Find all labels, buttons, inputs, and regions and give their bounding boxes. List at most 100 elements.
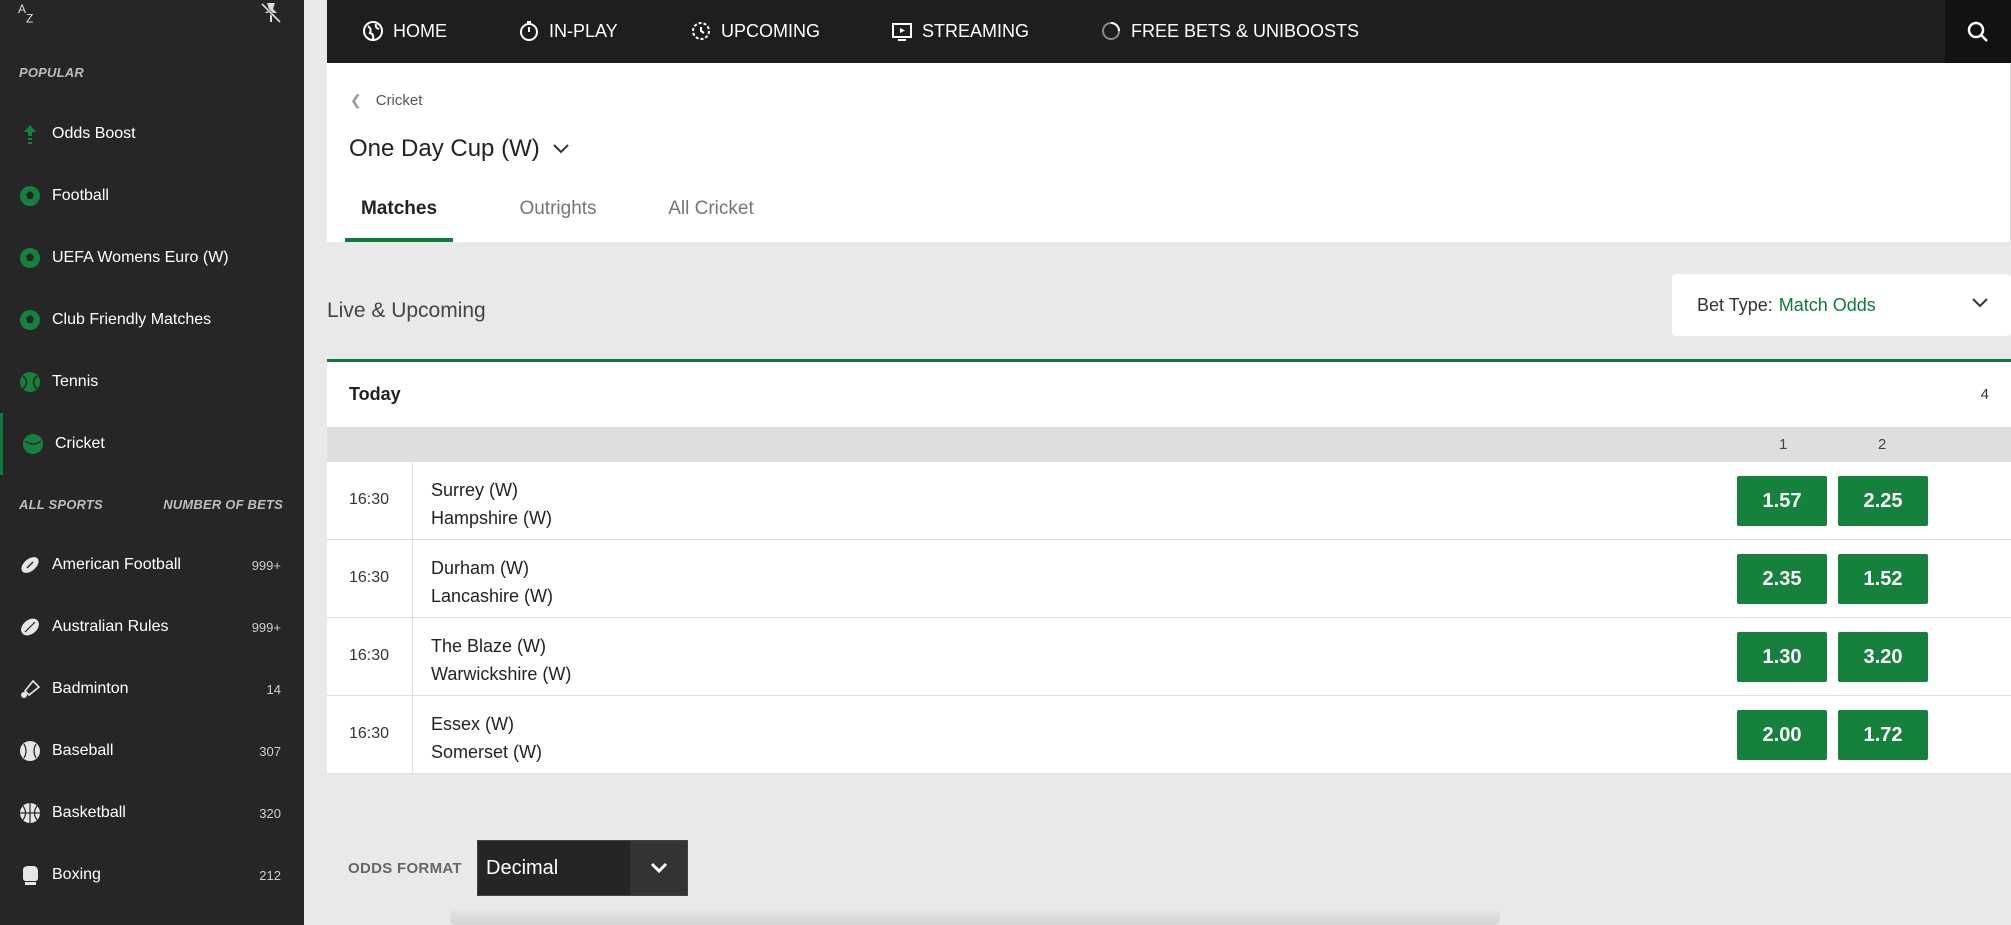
- sidebar-item-cricket[interactable]: Cricket: [0, 413, 304, 475]
- sidebar-item-football[interactable]: Football: [0, 165, 304, 227]
- live-upcoming-title: Live & Upcoming: [327, 299, 486, 322]
- sidebar-item-label: Football: [52, 187, 109, 204]
- sidebar-item-label: Baseball: [52, 742, 114, 759]
- football-icon: [20, 310, 40, 330]
- nav-inplay-label: IN-PLAY: [549, 20, 618, 41]
- sidebar-item-badminton[interactable]: Badminton 14: [0, 658, 304, 720]
- event-row[interactable]: 16:30 The Blaze (W) Warwickshire (W) 1.3…: [327, 618, 2011, 696]
- odds-format-select[interactable]: Decimal: [477, 840, 688, 896]
- bet-count: 999+: [251, 558, 281, 573]
- odds-format-label: ODDS FORMAT: [348, 860, 462, 877]
- sidebar-item-uefa-womens-euro[interactable]: UEFA Womens Euro (W): [0, 227, 304, 289]
- event-row[interactable]: 16:30 Surrey (W) Hampshire (W) 1.57 2.25: [327, 462, 2011, 540]
- event-row[interactable]: 16:30 Durham (W) Lancashire (W) 2.35 1.5…: [327, 540, 2011, 618]
- sidebar-item-label: Cricket: [55, 435, 105, 452]
- away-team: Lancashire (W): [431, 586, 554, 606]
- sidebar-item-label: Club Friendly Matches: [52, 311, 212, 328]
- sidebar-item-club-friendly-matches[interactable]: Club Friendly Matches: [0, 289, 304, 351]
- home-team: Surrey (W): [431, 480, 518, 500]
- sidebar-item-label: American Football: [52, 556, 181, 573]
- baseball-icon: [20, 741, 40, 761]
- american-football-icon: [21, 557, 39, 573]
- chevron-down-icon[interactable]: [552, 143, 570, 155]
- nav-streaming-label: STREAMING: [922, 20, 1030, 41]
- home-team: Essex (W): [431, 714, 514, 734]
- chevron-down-icon: [1972, 298, 1988, 308]
- event-teams[interactable]: The Blaze (W) Warwickshire (W): [431, 632, 571, 688]
- sidebar-item-odds-boost[interactable]: Odds Boost: [0, 103, 304, 165]
- sidebar-item-boxing[interactable]: Boxing 212: [0, 844, 304, 906]
- sidebar-item-label: Australian Rules: [52, 618, 169, 635]
- bet-count: 212: [259, 868, 281, 883]
- upcoming-clock-icon: [692, 22, 710, 40]
- event-time: 16:30: [349, 647, 390, 664]
- divider: [412, 462, 413, 540]
- bet-type-label: Bet Type:: [1697, 294, 1773, 315]
- event-teams[interactable]: Durham (W) Lancashire (W): [431, 554, 553, 610]
- group-count: 4: [1980, 386, 1989, 403]
- odds-button-2[interactable]: 1.72: [1838, 710, 1928, 760]
- footer-panel-edge: [450, 910, 1500, 925]
- divider: [412, 540, 413, 618]
- sidebar-item-label: Badminton: [52, 680, 129, 697]
- page-title[interactable]: One Day Cup (W): [349, 135, 570, 163]
- sidebar-item-tennis[interactable]: Tennis: [0, 351, 304, 413]
- odds-button-2[interactable]: 2.25: [1838, 476, 1928, 526]
- sidebar-item-basketball[interactable]: Basketball 320: [0, 782, 304, 844]
- search-button[interactable]: [1945, 0, 2011, 63]
- nav-inplay[interactable]: IN-PLAY: [518, 17, 618, 45]
- event-time: 16:30: [349, 491, 390, 508]
- nav-upcoming[interactable]: UPCOMING: [690, 17, 820, 45]
- tab-all-cricket[interactable]: All Cricket: [649, 198, 773, 242]
- column-2-label: 2: [1878, 436, 1887, 453]
- odds-button-1[interactable]: 2.00: [1737, 710, 1827, 760]
- bet-count: 320: [259, 806, 281, 821]
- odds-button-2[interactable]: 1.52: [1838, 554, 1928, 604]
- away-team: Warwickshire (W): [431, 664, 572, 684]
- nav-streaming[interactable]: STREAMING: [891, 17, 1029, 45]
- sidebar-item-american-football[interactable]: American Football 999+: [0, 534, 304, 596]
- sidebar-item-australian-rules[interactable]: Australian Rules 999+: [0, 596, 304, 658]
- odds-boost-icon: [24, 125, 36, 144]
- football-icon: [20, 186, 40, 206]
- event-row[interactable]: 16:30 Essex (W) Somerset (W) 2.00 1.72: [327, 696, 2011, 774]
- bet-type-dropdown[interactable]: Bet Type: Match Odds: [1672, 274, 2011, 336]
- sidebar-item-label: Boxing: [52, 866, 101, 883]
- away-team: Somerset (W): [431, 742, 543, 762]
- odds-button-2[interactable]: 3.20: [1838, 632, 1928, 682]
- nav-home[interactable]: HOME: [362, 17, 447, 45]
- sidebar-item-label: Tennis: [52, 373, 99, 390]
- chevron-left-icon[interactable]: ❮: [350, 92, 362, 109]
- column-1-label: 1: [1779, 436, 1788, 453]
- bet-count: 307: [259, 744, 281, 759]
- sidebar-item-label: Basketball: [52, 804, 126, 821]
- az-sort-icon[interactable]: AZ: [18, 2, 33, 25]
- odds-button-1[interactable]: 1.30: [1737, 632, 1827, 682]
- football-icon: [20, 248, 40, 268]
- breadcrumb[interactable]: ❮ Cricket: [350, 92, 422, 109]
- nav-free-bets[interactable]: FREE BETS & UNIBOOSTS: [1100, 17, 1359, 45]
- group-header[interactable]: Today 4: [327, 362, 2011, 427]
- pin-icon[interactable]: [258, 0, 284, 26]
- odds-format-toggle[interactable]: [630, 841, 687, 895]
- tab-outrights[interactable]: Outrights: [503, 198, 613, 242]
- australian-rules-icon: [21, 618, 39, 636]
- tab-matches[interactable]: Matches: [345, 198, 453, 242]
- chevron-down-icon: [650, 862, 667, 874]
- group-label: Today: [349, 384, 401, 404]
- events-list: Today 4 1 2 16:30 Surrey (W) Hampshire (…: [327, 359, 2011, 774]
- event-teams[interactable]: Surrey (W) Hampshire (W): [431, 476, 552, 532]
- odds-format-value: Decimal: [486, 856, 559, 879]
- breadcrumb-label[interactable]: Cricket: [376, 92, 423, 109]
- number-of-bets-heading: NUMBER OF BETS: [163, 497, 283, 512]
- top-navigation: HOME IN-PLAY UPCOMING STREAMING FREE BET…: [327, 0, 2011, 63]
- odds-column-header: 1 2: [327, 427, 2011, 462]
- bet-type-value: Match Odds: [1778, 294, 1876, 315]
- event-teams[interactable]: Essex (W) Somerset (W): [431, 710, 542, 766]
- odds-button-1[interactable]: 2.35: [1737, 554, 1827, 604]
- page-title-label: One Day Cup (W): [349, 135, 540, 162]
- nav-home-label: HOME: [393, 20, 447, 41]
- odds-button-1[interactable]: 1.57: [1737, 476, 1827, 526]
- competition-header: ❮ Cricket One Day Cup (W) Matches Outrig…: [327, 63, 2011, 242]
- sidebar-item-baseball[interactable]: Baseball 307: [0, 720, 304, 782]
